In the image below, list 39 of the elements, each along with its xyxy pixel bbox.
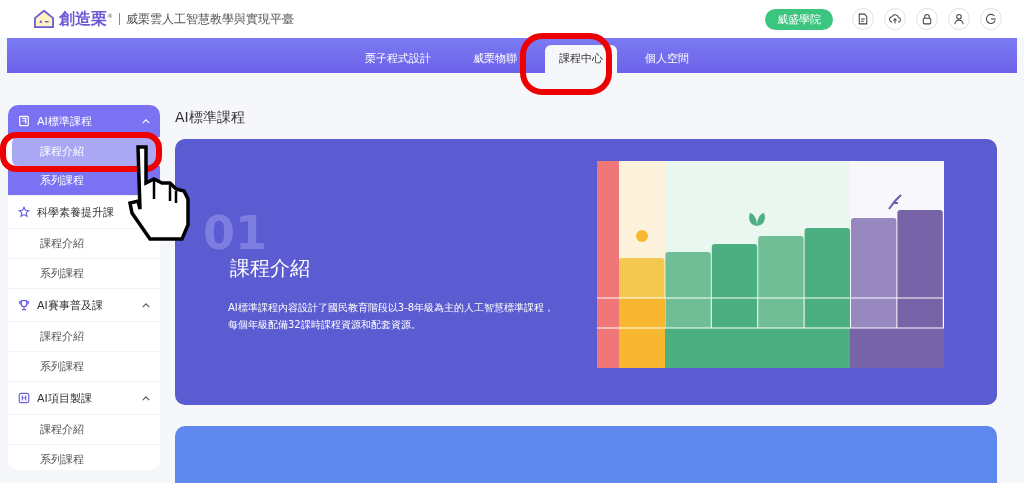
book-icon: [18, 115, 30, 127]
document-button[interactable]: [852, 8, 874, 30]
card-description: 每個年級配備32課時課程資源和配套資源。: [228, 318, 421, 332]
sidebar-item[interactable]: 課程介紹: [8, 321, 160, 351]
group-title: AI賽事普及課: [37, 297, 103, 313]
chevron-icon: [142, 118, 150, 124]
page-title: AI標準課程: [175, 109, 246, 127]
sidebar-group[interactable]: AI賽事普及課: [8, 288, 160, 321]
sidebar-item[interactable]: 系列課程: [8, 258, 160, 288]
document-icon: [857, 13, 869, 25]
logout-icon: [985, 13, 997, 25]
card-title: 課程介紹: [230, 255, 310, 281]
logo-icon: [33, 9, 55, 29]
logout-button[interactable]: [980, 8, 1002, 30]
lock-button[interactable]: [916, 8, 938, 30]
lock-icon: [921, 13, 933, 25]
sidebar-item[interactable]: 系列課程: [8, 444, 160, 470]
nav-tab[interactable]: 威栗物聯: [459, 45, 531, 73]
upload-icon: [889, 13, 901, 25]
card-description: AI標準課程內容設計了國民教育階段以3-8年級為主的人工智慧標準課程，: [228, 301, 555, 315]
user-button[interactable]: [948, 8, 970, 30]
nav-tab[interactable]: 課程中心: [545, 45, 617, 73]
brand-logo-text: 創造栗$^{®}$: [59, 8, 113, 30]
group-title: 科學素養提升課: [37, 204, 114, 220]
grid-icon: [18, 392, 30, 404]
chevron-icon: [142, 395, 150, 401]
sidebar-item[interactable]: 系列課程: [8, 351, 160, 381]
upload-button[interactable]: [884, 8, 906, 30]
group-title: AI項目製課: [37, 390, 92, 406]
sidebar-group[interactable]: AI項目製課: [8, 381, 160, 414]
star-icon: [18, 206, 30, 218]
sidebar-item[interactable]: 課程介紹: [8, 414, 160, 444]
trophy-icon: [18, 299, 30, 311]
group-title: AI標準課程: [37, 113, 92, 129]
user-icon: [953, 13, 965, 25]
platform-title: 威栗雲人工智慧教學與實現平臺: [126, 10, 294, 28]
chevron-icon: [142, 302, 150, 308]
nav-tab[interactable]: 個人空間: [631, 45, 703, 73]
nav-tab[interactable]: 栗子程式設計: [351, 45, 445, 73]
